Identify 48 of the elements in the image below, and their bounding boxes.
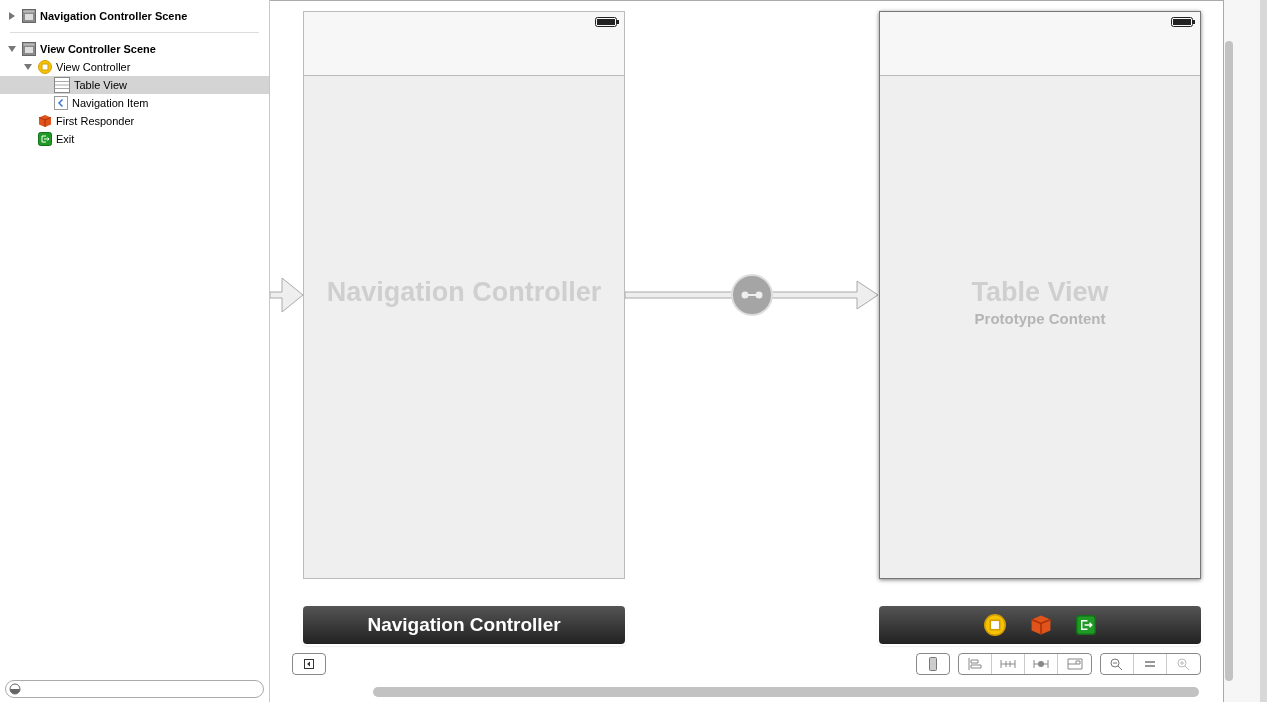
outline-label: View Controller Scene: [40, 41, 156, 57]
horizontal-scrollbar[interactable]: [373, 687, 1199, 697]
outline-label: Table View: [74, 77, 127, 93]
align-icon: [967, 658, 983, 670]
exit-icon: [38, 132, 52, 146]
scene-icon: [22, 42, 36, 56]
scene-icon: [22, 9, 36, 23]
outline-label: Exit: [56, 131, 75, 147]
outline-row[interactable]: Navigation Controller Scene: [0, 7, 269, 25]
scene-dock[interactable]: Navigation Controller: [303, 606, 625, 644]
zoom-out-icon: [1110, 658, 1124, 670]
pin-icon: [1000, 658, 1016, 670]
dock-label: Navigation Controller: [367, 612, 561, 637]
exit-icon[interactable]: [1076, 615, 1096, 635]
back-chevron-icon: [54, 96, 68, 110]
cube-icon[interactable]: [1030, 614, 1052, 636]
outline-toggle-button[interactable]: [292, 653, 326, 675]
battery-icon: [595, 17, 619, 27]
side-panel-scrollbar[interactable]: [1260, 0, 1267, 702]
outline-row[interactable]: Table View: [0, 76, 269, 94]
resize-icon: [1066, 658, 1083, 670]
outline-row[interactable]: First Responder: [0, 112, 269, 130]
disclosure-triangle-icon[interactable]: [8, 12, 16, 20]
outline-label: Navigation Controller Scene: [40, 8, 188, 24]
scene-subtitle: Prototype Content: [974, 309, 1106, 329]
outline-row[interactable]: View Controller: [0, 58, 269, 76]
vertical-scrollbar[interactable]: [1225, 41, 1233, 681]
resolve-icon: [1033, 658, 1049, 670]
segue-icon[interactable]: [730, 273, 774, 317]
battery-icon: [1171, 17, 1195, 27]
outline-row[interactable]: Exit: [0, 130, 269, 148]
zoom-in-icon: [1176, 658, 1191, 670]
outline-row[interactable]: View Controller Scene: [0, 40, 269, 58]
disclosure-triangle-icon[interactable]: [8, 45, 16, 53]
sidebar-toggle-icon: [304, 659, 314, 669]
disclosure-triangle-icon[interactable]: [24, 63, 32, 71]
phone-icon: [929, 657, 937, 671]
actual-size-icon: [1143, 658, 1157, 670]
view-controller-icon[interactable]: [984, 614, 1006, 636]
outline-label: First Responder: [56, 113, 135, 129]
filter-icon: [9, 683, 21, 695]
cube-icon: [38, 114, 52, 128]
outline-label: Navigation Item: [72, 95, 149, 111]
outline-label: View Controller: [56, 59, 131, 75]
device-size-button[interactable]: [916, 653, 950, 675]
view-controller-icon: [38, 60, 52, 74]
outline-row[interactable]: Navigation Item: [0, 94, 269, 112]
table-view-icon: [54, 77, 70, 93]
